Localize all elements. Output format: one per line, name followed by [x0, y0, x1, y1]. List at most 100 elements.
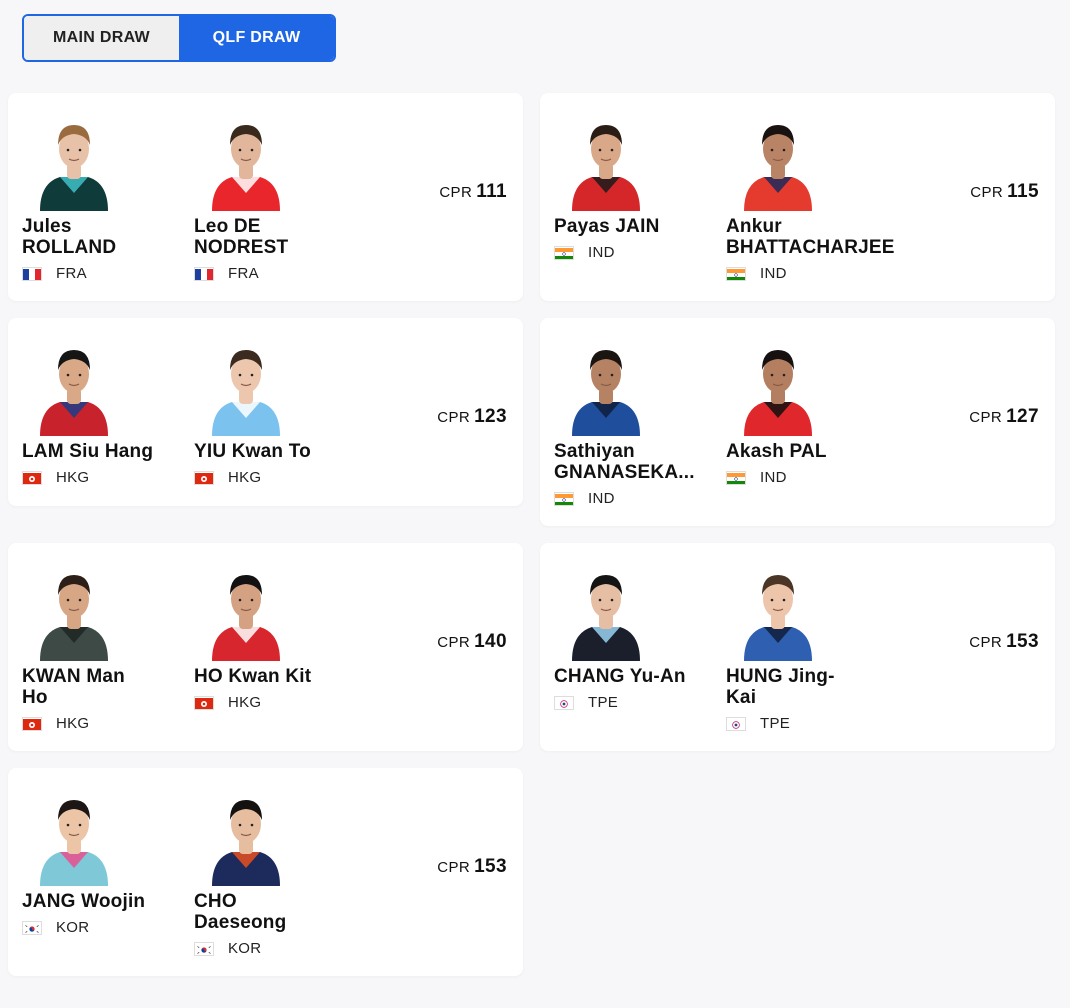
player-country: IND [726, 469, 787, 486]
player-entry[interactable]: JANG Woojin KOR [22, 768, 192, 976]
player-name-line2: ROLLAND [22, 237, 117, 258]
match-card[interactable]: JANG Woojin KOR CHO Daeseong KOR CPR 153 [8, 768, 523, 976]
player-name-line2: Daeseong [194, 912, 287, 933]
tab-qlf-draw[interactable]: QLF DRAW [179, 16, 334, 60]
cpr-value: 111 [476, 181, 507, 202]
player-name[interactable]: JANG Woojin [22, 891, 145, 912]
player-photo [210, 786, 282, 886]
hkg-flag-icon [22, 470, 42, 485]
country-code: HKG [228, 694, 262, 711]
player-name-line2: BHATTACHARJEE [726, 237, 895, 258]
player-name-line1: KWAN Man [22, 666, 125, 687]
hkg-flag-icon [194, 470, 214, 485]
cpr-label: CPR [437, 859, 471, 876]
country-code: IND [588, 244, 615, 261]
match-card[interactable]: LAM Siu Hang HKG YIU Kwan To HKG CPR 123 [8, 318, 523, 506]
country-code: HKG [56, 715, 90, 732]
player-country: IND [554, 244, 615, 261]
match-card[interactable]: KWAN Man Ho HKG HO Kwan Kit HKG CPR 140 [8, 543, 523, 751]
match-card[interactable]: CHANG Yu-An TPE HUNG Jing- Kai TPE CPR 153 [540, 543, 1055, 751]
player-name-line1: YIU Kwan To [194, 441, 311, 462]
player-entry[interactable]: Jules ROLLAND FRA [22, 93, 192, 301]
match-card[interactable]: Sathiyan GNANASEKA... IND Akash PAL IND CPR 12… [540, 318, 1055, 526]
player-name-line1: CHANG Yu-An [554, 666, 686, 687]
ind-flag-icon [726, 470, 746, 485]
player-country: IND [726, 265, 787, 282]
player-entry[interactable]: HUNG Jing- Kai TPE [726, 543, 896, 751]
player-entry[interactable]: CHO Daeseong KOR [194, 768, 364, 976]
player-entry[interactable]: HO Kwan Kit HKG [194, 543, 364, 751]
tpe-flag-icon [554, 695, 574, 710]
cpr-label: CPR [969, 634, 1003, 651]
player-name-line2: Ho [22, 687, 48, 708]
player-country: FRA [22, 265, 87, 282]
player-photo [742, 336, 814, 436]
player-entry[interactable]: LAM Siu Hang HKG [22, 318, 192, 506]
player-name[interactable]: Jules ROLLAND [22, 216, 116, 258]
player-entry[interactable]: Leo DE NODREST FRA [194, 93, 364, 301]
player-name[interactable]: Payas JAIN [554, 216, 660, 237]
player-photo [38, 561, 110, 661]
player-name[interactable]: KWAN Man Ho [22, 666, 125, 708]
player-name[interactable]: Ankur BHATTACHARJEE [726, 216, 895, 258]
cpr-label: CPR [969, 409, 1003, 426]
player-photo [38, 336, 110, 436]
draw-tabs: MAIN DRAW QLF DRAW [22, 14, 336, 62]
player-name[interactable]: Leo DE NODREST [194, 216, 288, 258]
player-name[interactable]: HUNG Jing- Kai [726, 666, 835, 708]
player-entry[interactable]: Sathiyan GNANASEKA... IND [554, 318, 724, 526]
player-name-line1: LAM Siu Hang [22, 441, 154, 462]
hkg-flag-icon [22, 716, 42, 731]
player-photo [38, 786, 110, 886]
player-name[interactable]: HO Kwan Kit [194, 666, 311, 687]
player-name[interactable]: Sathiyan GNANASEKA... [554, 441, 695, 483]
fra-flag-icon [194, 266, 214, 281]
player-name[interactable]: Akash PAL [726, 441, 827, 462]
player-name-line1: HUNG Jing- [726, 666, 835, 687]
ind-flag-icon [554, 245, 574, 260]
match-card[interactable]: Jules ROLLAND FRA Leo DE NODREST FRA CPR 111 [8, 93, 523, 301]
player-entry[interactable]: YIU Kwan To HKG [194, 318, 364, 506]
player-name[interactable]: CHO Daeseong [194, 891, 286, 933]
player-name-line1: CHO [194, 891, 237, 912]
country-code: HKG [56, 469, 90, 486]
player-entry[interactable]: Payas JAIN IND [554, 93, 724, 301]
fra-flag-icon [22, 266, 42, 281]
player-photo [210, 336, 282, 436]
player-country: HKG [194, 694, 261, 711]
player-entry[interactable]: Ankur BHATTACHARJEE IND [726, 93, 896, 301]
country-code: HKG [228, 469, 262, 486]
cpr-rating: CPR 153 [969, 631, 1039, 653]
player-photo [570, 336, 642, 436]
cpr-value: 153 [474, 856, 507, 877]
player-photo [742, 561, 814, 661]
cpr-label: CPR [970, 184, 1004, 201]
cpr-rating: CPR 111 [439, 181, 507, 203]
cpr-rating: CPR 127 [969, 406, 1039, 428]
player-name-line1: Payas JAIN [554, 216, 660, 237]
player-name[interactable]: CHANG Yu-An [554, 666, 686, 687]
player-name-line2: NODREST [194, 237, 289, 258]
player-entry[interactable]: KWAN Man Ho HKG [22, 543, 192, 751]
player-name-line1: HO Kwan Kit [194, 666, 312, 687]
player-name[interactable]: YIU Kwan To [194, 441, 311, 462]
player-name-line1: Akash PAL [726, 441, 827, 462]
player-entry[interactable]: Akash PAL IND [726, 318, 896, 526]
country-code: KOR [228, 940, 262, 957]
player-name-line1: Sathiyan [554, 441, 635, 462]
player-photo [742, 111, 814, 211]
cpr-label: CPR [437, 634, 471, 651]
player-country: TPE [726, 715, 790, 732]
country-code: IND [760, 265, 787, 282]
match-card[interactable]: Payas JAIN IND Ankur BHATTACHARJEE IND CPR 115 [540, 93, 1055, 301]
player-entry[interactable]: CHANG Yu-An TPE [554, 543, 724, 751]
kor-flag-icon [22, 920, 42, 935]
cpr-rating: CPR 123 [437, 406, 507, 428]
player-name[interactable]: LAM Siu Hang [22, 441, 153, 462]
tpe-flag-icon [726, 716, 746, 731]
player-country: IND [554, 490, 615, 507]
country-code: IND [588, 490, 615, 507]
country-code: TPE [588, 694, 619, 711]
country-code: FRA [228, 265, 259, 282]
tab-main-draw[interactable]: MAIN DRAW [24, 16, 179, 60]
